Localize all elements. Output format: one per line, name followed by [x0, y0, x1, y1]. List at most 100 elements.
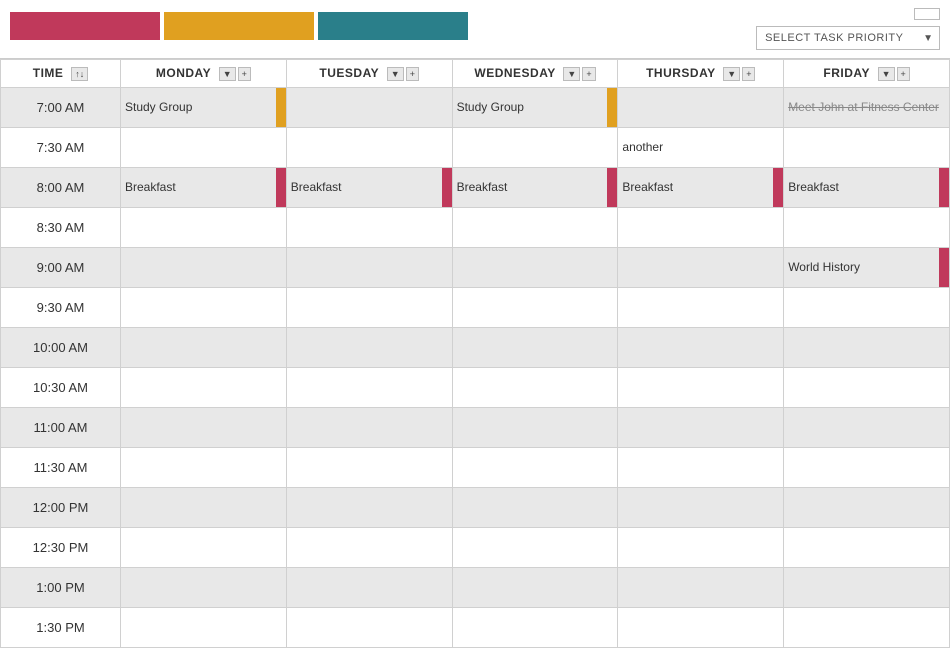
tuesday-cell-12[interactable]	[286, 567, 452, 607]
tuesday-cell-0[interactable]	[286, 87, 452, 127]
thursday-cell-13[interactable]	[618, 607, 784, 647]
friday-btn1[interactable]: ▼	[878, 67, 895, 81]
priority-bar	[276, 168, 286, 207]
wednesday-cell-5[interactable]	[452, 287, 618, 327]
friday-cell-9[interactable]	[784, 447, 950, 487]
wednesday-cell-4[interactable]	[452, 247, 618, 287]
wednesday-btn1[interactable]: ▼	[563, 67, 580, 81]
friday-cell-6[interactable]	[784, 327, 950, 367]
priority-bar	[442, 168, 452, 207]
thursday-cell-10[interactable]	[618, 487, 784, 527]
friday-btn2[interactable]: +	[897, 67, 910, 81]
priority-select[interactable]: SELECT TASK PRIORITY ALL HIGH MEDIUM LOW	[757, 27, 917, 49]
tuesday-cell-2[interactable]: Breakfast	[286, 167, 452, 207]
wednesday-cell-10[interactable]	[452, 487, 618, 527]
monday-cell-3[interactable]	[121, 207, 287, 247]
tuesday-btn1[interactable]: ▼	[387, 67, 404, 81]
thursday-cell-6[interactable]	[618, 327, 784, 367]
friday-cell-1[interactable]	[784, 127, 950, 167]
thursday-cell-4[interactable]	[618, 247, 784, 287]
thursday-cell-0[interactable]	[618, 87, 784, 127]
tuesday-cell-4[interactable]	[286, 247, 452, 287]
monday-cell-5[interactable]	[121, 287, 287, 327]
monday-cell-0[interactable]: Study Group	[121, 87, 287, 127]
thursday-cell-3[interactable]	[618, 207, 784, 247]
wednesday-cell-6[interactable]	[452, 327, 618, 367]
priority-bar	[939, 168, 949, 207]
wednesday-cell-7[interactable]	[452, 367, 618, 407]
time-cell: 12:00 PM	[1, 487, 121, 527]
task-text: Breakfast	[457, 180, 522, 194]
wednesday-cell-2[interactable]: Breakfast	[452, 167, 618, 207]
wednesday-cell-1[interactable]	[452, 127, 618, 167]
tuesday-cell-7[interactable]	[286, 367, 452, 407]
thursday-cell-7[interactable]	[618, 367, 784, 407]
thursday-cell-9[interactable]	[618, 447, 784, 487]
table-row: 8:00 AMBreakfastBreakfastBreakfastBreakf…	[1, 167, 950, 207]
wednesday-cell-12[interactable]	[452, 567, 618, 607]
thursday-cell-2[interactable]: Breakfast	[618, 167, 784, 207]
tuesday-btn2[interactable]: +	[406, 67, 419, 81]
monday-cell-12[interactable]	[121, 567, 287, 607]
tuesday-cell-11[interactable]	[286, 527, 452, 567]
priority-key	[10, 8, 468, 40]
friday-cell-12[interactable]	[784, 567, 950, 607]
time-sort-btn[interactable]: ↑↓	[71, 67, 88, 81]
monday-btn2[interactable]: +	[238, 67, 251, 81]
monday-cell-11[interactable]	[121, 527, 287, 567]
time-cell: 10:30 AM	[1, 367, 121, 407]
task-text: Breakfast	[622, 180, 687, 194]
priority-swatches	[10, 12, 468, 40]
tuesday-cell-1[interactable]	[286, 127, 452, 167]
task-text: Study Group	[125, 100, 206, 114]
friday-cell-8[interactable]	[784, 407, 950, 447]
tuesday-cell-5[interactable]	[286, 287, 452, 327]
monday-cell-4[interactable]	[121, 247, 287, 287]
friday-cell-7[interactable]	[784, 367, 950, 407]
monday-cell-13[interactable]	[121, 607, 287, 647]
friday-cell-3[interactable]	[784, 207, 950, 247]
table-row: 9:30 AM	[1, 287, 950, 327]
thursday-btn2[interactable]: +	[742, 67, 755, 81]
tuesday-cell-10[interactable]	[286, 487, 452, 527]
tuesday-cell-3[interactable]	[286, 207, 452, 247]
thursday-cell-8[interactable]	[618, 407, 784, 447]
tuesday-cell-6[interactable]	[286, 327, 452, 367]
tuesday-cell-13[interactable]	[286, 607, 452, 647]
friday-cell-0[interactable]: Meet John at Fitness Center	[784, 87, 950, 127]
col-wednesday: WEDNESDAY ▼ +	[452, 60, 618, 88]
wednesday-cell-9[interactable]	[452, 447, 618, 487]
friday-cell-11[interactable]	[784, 527, 950, 567]
friday-cell-5[interactable]	[784, 287, 950, 327]
time-cell: 7:00 AM	[1, 87, 121, 127]
friday-cell-4[interactable]: World History	[784, 247, 950, 287]
monday-cell-10[interactable]	[121, 487, 287, 527]
monday-cell-9[interactable]	[121, 447, 287, 487]
monday-cell-2[interactable]: Breakfast	[121, 167, 287, 207]
tuesday-cell-9[interactable]	[286, 447, 452, 487]
thursday-cell-5[interactable]	[618, 287, 784, 327]
wednesday-cell-13[interactable]	[452, 607, 618, 647]
time-cell: 10:00 AM	[1, 327, 121, 367]
thursday-cell-11[interactable]	[618, 527, 784, 567]
monday-cell-1[interactable]	[121, 127, 287, 167]
thursday-btn1[interactable]: ▼	[723, 67, 740, 81]
thursday-cell-1[interactable]: another	[618, 127, 784, 167]
toggle-task-completion-button[interactable]	[914, 8, 940, 20]
friday-cell-2[interactable]: Breakfast	[784, 167, 950, 207]
wednesday-cell-0[interactable]: Study Group	[452, 87, 618, 127]
wednesday-cell-8[interactable]	[452, 407, 618, 447]
wednesday-btn2[interactable]: +	[582, 67, 595, 81]
time-cell: 11:30 AM	[1, 447, 121, 487]
thursday-cell-12[interactable]	[618, 567, 784, 607]
friday-cell-13[interactable]	[784, 607, 950, 647]
wednesday-cell-11[interactable]	[452, 527, 618, 567]
monday-cell-6[interactable]	[121, 327, 287, 367]
wednesday-cell-3[interactable]	[452, 207, 618, 247]
tuesday-cell-8[interactable]	[286, 407, 452, 447]
monday-cell-8[interactable]	[121, 407, 287, 447]
friday-cell-10[interactable]	[784, 487, 950, 527]
col-wednesday-label: WEDNESDAY	[474, 66, 555, 80]
monday-cell-7[interactable]	[121, 367, 287, 407]
monday-btn1[interactable]: ▼	[219, 67, 236, 81]
